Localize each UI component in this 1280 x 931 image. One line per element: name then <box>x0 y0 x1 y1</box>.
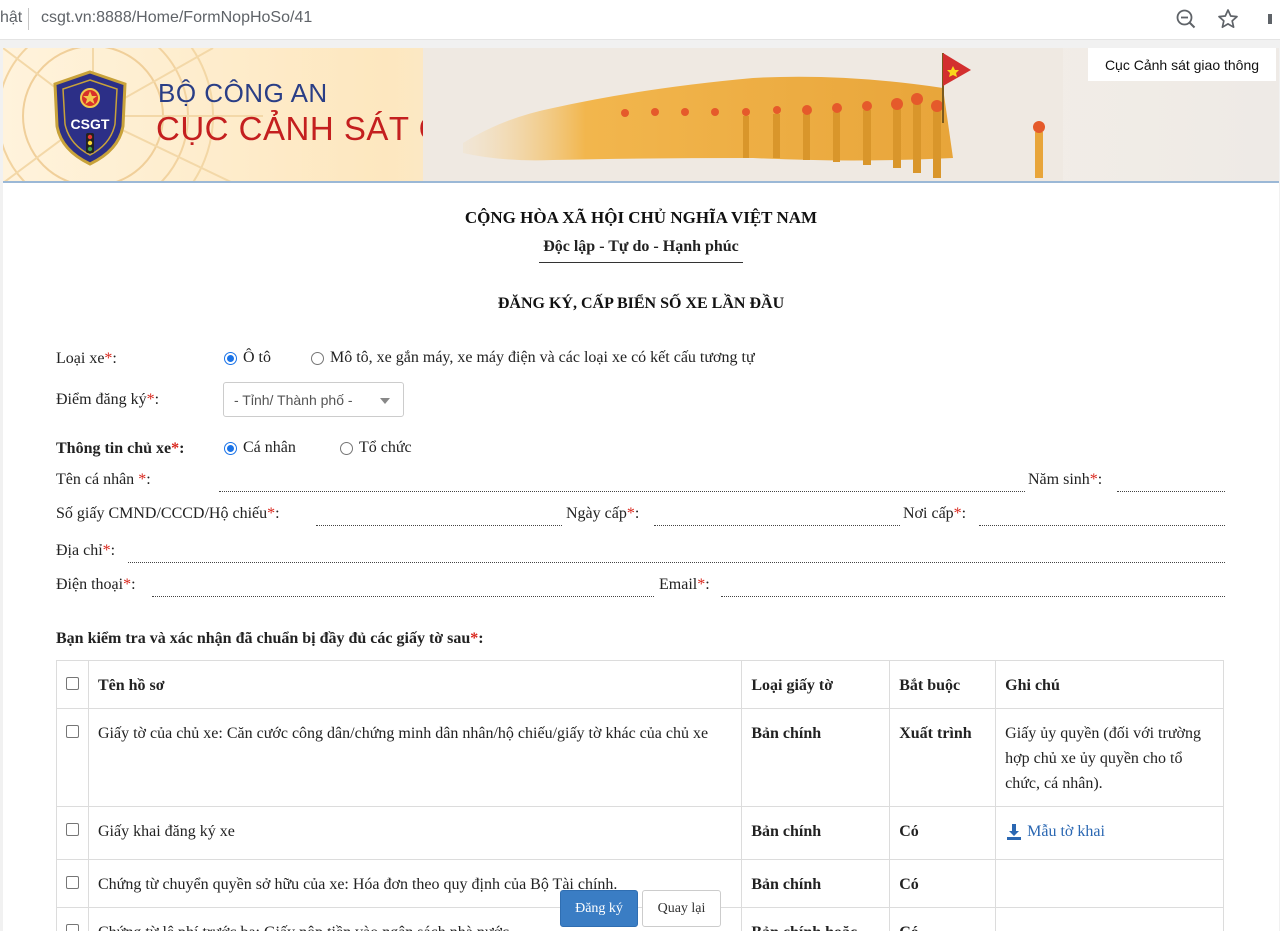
radio-checked-icon[interactable] <box>224 351 237 365</box>
motto: Độc lập - Tự do - Hạnh phúc <box>539 238 743 263</box>
issue-place-label: Nơi cấp*: <box>903 505 967 522</box>
submit-button[interactable]: Đăng ký <box>560 890 638 927</box>
document-type: Bản chính <box>741 806 891 860</box>
name-label: Tên cá nhân *: <box>56 471 151 488</box>
radio-checked-icon[interactable] <box>224 441 237 455</box>
column-header: Ghi chú <box>995 660 1224 709</box>
documents-table: Tên hồ sơ Loại giấy tờ Bắt buộc Ghi chú … <box>56 660 1224 931</box>
chevron-down-icon <box>380 398 390 404</box>
issue-date-label: Ngày cấp*: <box>566 505 640 522</box>
document-type: Bản chính hoặc <box>741 906 891 931</box>
document-type: Bản chính <box>741 858 891 908</box>
table-row: Giấy khai đăng ký xe Bản chính Có Mẫu tờ… <box>56 806 1224 860</box>
org-name-ministry: BỘ CÔNG AN <box>158 78 328 108</box>
browser-address-bar: hật csgt.vn:8888/Home/FormNopHoSo/41 <box>0 0 1280 40</box>
radio-individual[interactable]: Cá nhân <box>224 439 296 457</box>
owner-info-label: Thông tin chủ xe*: <box>56 440 185 457</box>
birth-year-label: Năm sinh*: <box>1028 471 1103 488</box>
select-all-cell <box>56 660 89 709</box>
table-header-row: Tên hồ sơ Loại giấy tờ Bắt buộc Ghi chú <box>56 660 1224 709</box>
department-label: Cục Cảnh sát giao thông <box>1088 48 1276 81</box>
id-number-input[interactable] <box>316 525 562 526</box>
document-required: Có <box>889 806 997 860</box>
radio-motorbike[interactable]: Mô tô, xe gắn máy, xe máy điện và các lo… <box>311 349 755 367</box>
page-background: CSGT BỘ CÔNG AN CỤC CẢNH SÁT GIAO THÔNG <box>0 40 1280 931</box>
document-required: Có <box>889 906 997 931</box>
documents-heading: Bạn kiểm tra và xác nhận đã chuẩn bị đầy… <box>56 630 484 647</box>
nation-title: CỘNG HÒA XÃ HỘI CHỦ NGHĨA VIỆT NAM <box>464 208 818 227</box>
main-content: CSGT BỘ CÔNG AN CỤC CẢNH SÁT GIAO THÔNG <box>3 48 1279 931</box>
url-input[interactable]: csgt.vn:8888/Home/FormNopHoSo/41 <box>41 9 312 27</box>
radio-organization[interactable]: Tổ chức <box>340 439 412 457</box>
document-note <box>995 906 1224 931</box>
back-button[interactable]: Quay lại <box>642 890 721 927</box>
email-input[interactable] <box>721 596 1225 597</box>
province-select[interactable]: - Tỉnh/ Thành phố - <box>223 382 404 417</box>
header-banner: CSGT BỘ CÔNG AN CỤC CẢNH SÁT GIAO THÔNG <box>3 48 1279 183</box>
vehicle-type-label: Loại xe*: <box>56 350 117 367</box>
star-icon[interactable] <box>1215 6 1241 32</box>
document-name: Giấy khai đăng ký xe <box>87 806 743 860</box>
radio-unchecked-icon[interactable] <box>311 351 324 365</box>
phone-input[interactable] <box>152 596 654 597</box>
document-required: Có <box>889 858 997 908</box>
row-checkbox[interactable] <box>66 923 79 931</box>
column-header: Tên hồ sơ <box>87 660 743 709</box>
reg-point-label: Điểm đăng ký*: <box>56 391 160 408</box>
email-label: Email*: <box>659 576 710 593</box>
document-note <box>995 858 1224 908</box>
row-checkbox[interactable] <box>66 725 79 738</box>
document-required: Xuất trình <box>889 708 997 807</box>
svg-text:CSGT: CSGT <box>71 116 110 132</box>
name-input[interactable] <box>219 491 1025 492</box>
table-row: Giấy tờ của chủ xe: Căn cước công dân/ch… <box>56 708 1224 807</box>
menu-icon[interactable] <box>1262 6 1280 32</box>
address-input[interactable] <box>128 562 1225 563</box>
form-title: ĐĂNG KÝ, CẤP BIỂN SỐ XE LẦN ĐẦU <box>497 295 785 312</box>
birth-year-input[interactable] <box>1117 491 1225 492</box>
document-name: Giấy tờ của chủ xe: Căn cước công dân/ch… <box>87 708 743 807</box>
tab-fragment: hật <box>0 9 23 26</box>
download-icon <box>1007 823 1022 840</box>
address-label: Địa chỉ*: <box>56 542 116 559</box>
select-all-checkbox[interactable] <box>66 677 79 690</box>
zoom-out-icon[interactable] <box>1173 6 1199 32</box>
download-form-link[interactable]: Mẫu tờ khai <box>1005 819 1105 844</box>
parade-illustration <box>423 48 1063 181</box>
document-note: Giấy ủy quyền (đối với trường hợp chủ xe… <box>995 708 1224 807</box>
table-row: Chứng từ chuyển quyền sở hữu của xe: Hóa… <box>56 858 1224 908</box>
csgt-logo: CSGT <box>51 70 129 171</box>
row-checkbox[interactable] <box>66 823 79 836</box>
row-checkbox[interactable] <box>66 875 79 889</box>
column-header: Bắt buộc <box>889 660 997 709</box>
divider <box>28 8 29 30</box>
phone-label: Điện thoại*: <box>56 576 136 593</box>
id-number-label: Số giấy CMND/CCCD/Hộ chiếu*: <box>56 505 280 522</box>
document-type: Bản chính <box>741 708 891 807</box>
column-header: Loại giấy tờ <box>741 660 891 709</box>
issue-date-input[interactable] <box>654 525 900 526</box>
issue-place-input[interactable] <box>979 525 1225 526</box>
radio-unchecked-icon[interactable] <box>340 441 353 455</box>
table-row: Chứng từ lệ phí trước bạ: Giấy nộp tiền … <box>56 906 1224 931</box>
radio-car[interactable]: Ô tô <box>224 349 271 367</box>
